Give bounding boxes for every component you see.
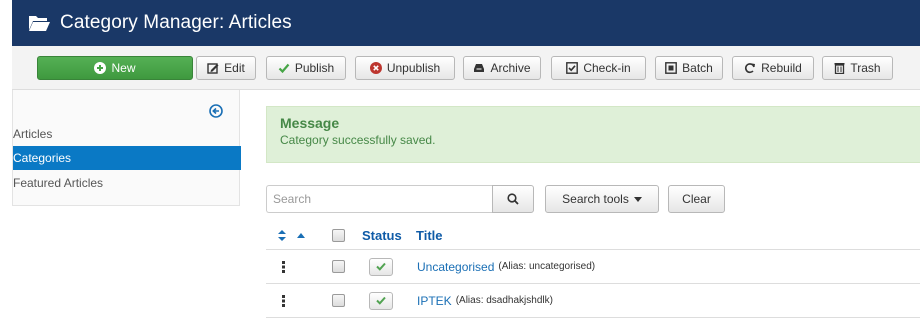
checkin-button[interactable]: Check-in: [551, 56, 646, 80]
ordering-sort-icon[interactable]: [278, 222, 286, 249]
search-icon: [507, 193, 519, 205]
message-text: Category successfully saved.: [280, 133, 436, 147]
sidebar-item-categories[interactable]: Categories: [13, 146, 241, 170]
sidebar: Articles Categories Featured Articles: [12, 90, 241, 206]
sidebar-item-label: Articles: [13, 127, 53, 141]
select-all-checkbox[interactable]: [332, 222, 345, 249]
toolbar: New Edit Publish Unpublish Archive Check…: [12, 46, 920, 90]
rebuild-button[interactable]: Rebuild: [732, 56, 814, 80]
sidebar-item-label: Categories: [13, 151, 72, 165]
new-button[interactable]: New: [37, 56, 193, 80]
check-icon: [376, 262, 386, 271]
plus-circle-icon: [94, 62, 107, 74]
unpublish-button[interactable]: Unpublish: [355, 56, 455, 80]
edit-button-label: Edit: [224, 61, 245, 75]
sidebar-toggle-icon[interactable]: [209, 104, 223, 121]
category-alias: (Alias: dsadhakjshdlk): [455, 295, 553, 306]
page-header: Category Manager: Articles: [12, 0, 920, 46]
publish-button[interactable]: Publish: [266, 56, 346, 80]
batch-button[interactable]: Batch: [655, 56, 723, 80]
page-title: Category Manager: Articles: [60, 12, 292, 33]
sidebar-item-articles[interactable]: Articles: [13, 122, 241, 146]
row-checkbox[interactable]: [332, 250, 345, 283]
archive-icon: [474, 64, 485, 72]
batch-button-label: Batch: [682, 61, 713, 75]
category-title-link[interactable]: Uncategorised: [417, 260, 494, 274]
check-icon: [278, 63, 290, 74]
message-heading: Message: [280, 115, 340, 131]
search-button[interactable]: [492, 185, 534, 213]
rebuild-button-label: Rebuild: [761, 61, 802, 75]
trash-button-label: Trash: [850, 61, 881, 75]
drag-handle-icon[interactable]: [282, 250, 285, 283]
status-column-header[interactable]: Status: [362, 222, 402, 249]
category-alias: (Alias: uncategorised): [498, 261, 596, 272]
table-row: IPTEK (Alias: dsadhakjshdlk): [266, 284, 920, 318]
refresh-icon: [745, 63, 756, 74]
clear-button[interactable]: Clear: [668, 185, 725, 213]
check-icon: [376, 296, 386, 305]
unpublish-icon: [369, 62, 382, 74]
search-tools-button[interactable]: Search tools: [545, 185, 659, 213]
edit-icon: [207, 63, 219, 74]
archive-button-label: Archive: [490, 61, 531, 75]
sort-asc-icon[interactable]: [297, 222, 305, 249]
archive-button[interactable]: Archive: [463, 56, 541, 80]
batch-icon: [665, 62, 678, 74]
published-toggle[interactable]: [369, 291, 393, 310]
unpublish-button-label: Unpublish: [386, 61, 441, 75]
caret-down-icon: [633, 196, 642, 202]
new-button-label: New: [111, 61, 136, 75]
edit-button[interactable]: Edit: [196, 56, 256, 80]
table-header: Status Title: [266, 222, 920, 250]
sidebar-item-featured-articles[interactable]: Featured Articles: [13, 171, 241, 195]
category-title-link[interactable]: IPTEK: [417, 294, 452, 308]
search-tools-label: Search tools: [562, 192, 629, 206]
categories-table: Status Title Uncategorised (Alias: uncat…: [266, 222, 920, 318]
checkin-button-label: Check-in: [583, 61, 631, 75]
row-checkbox[interactable]: [332, 284, 345, 317]
clear-button-label: Clear: [682, 192, 711, 206]
drag-handle-icon[interactable]: [282, 284, 285, 317]
checkbox-checked-icon: [566, 62, 579, 74]
table-row: Uncategorised (Alias: uncategorised): [266, 250, 920, 284]
title-column-header[interactable]: Title: [416, 222, 443, 249]
success-message: Message Category successfully saved.: [266, 106, 920, 163]
trash-icon: [834, 63, 845, 74]
folder-open-icon: [28, 14, 50, 32]
search-input[interactable]: [266, 185, 492, 213]
published-toggle[interactable]: [369, 257, 393, 276]
sidebar-item-label: Featured Articles: [13, 176, 104, 190]
trash-button[interactable]: Trash: [822, 56, 893, 80]
publish-button-label: Publish: [294, 61, 335, 75]
